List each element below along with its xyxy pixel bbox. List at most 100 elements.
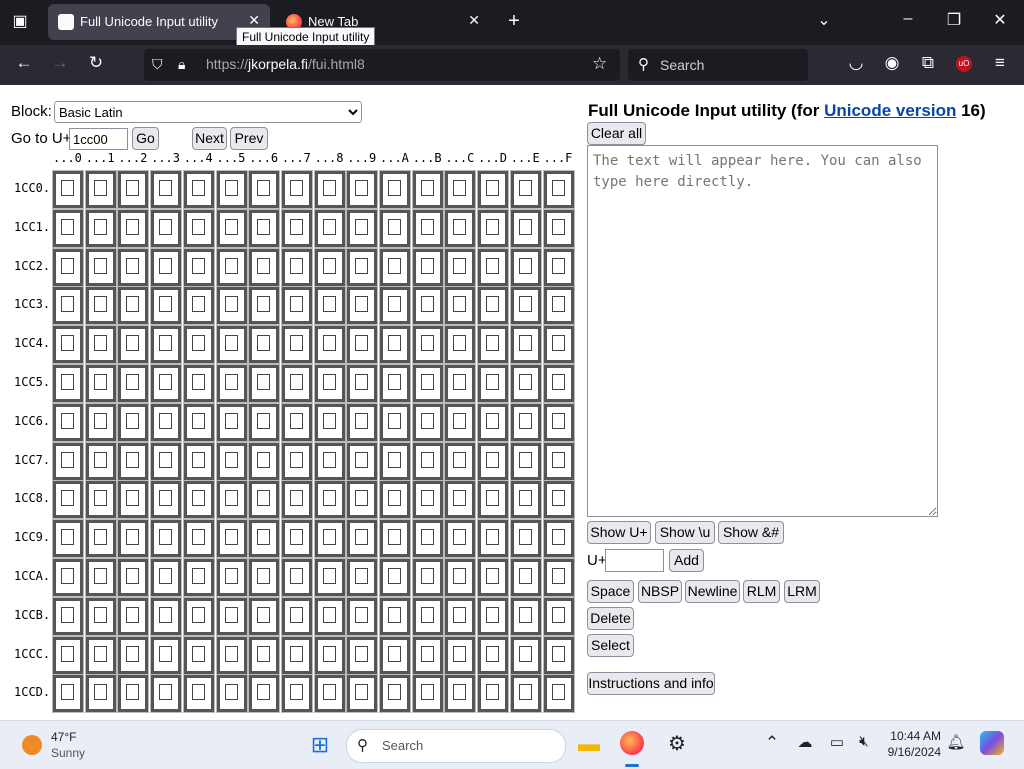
weather-temp[interactable]: 47°F xyxy=(51,730,76,744)
new-tab-plus-icon[interactable]: + xyxy=(502,10,526,33)
character-cell[interactable] xyxy=(53,636,83,674)
character-cell[interactable] xyxy=(249,171,280,208)
character-cell[interactable] xyxy=(445,481,476,519)
extensions-icon[interactable]: ⧉ xyxy=(916,53,940,73)
character-cell[interactable] xyxy=(249,520,280,558)
character-cell[interactable] xyxy=(249,481,280,519)
character-cell[interactable] xyxy=(314,248,345,286)
character-cell[interactable] xyxy=(543,442,574,480)
weather-desc[interactable]: Sunny xyxy=(51,746,85,760)
show-entity-button[interactable]: Show &# xyxy=(718,521,784,544)
character-cell[interactable] xyxy=(478,287,509,325)
show-hidden-icons-chevron[interactable]: ⌃ xyxy=(759,733,785,753)
character-cell[interactable] xyxy=(183,481,214,519)
character-cell[interactable] xyxy=(478,636,509,674)
character-cell[interactable] xyxy=(216,520,247,558)
character-cell[interactable] xyxy=(216,171,247,208)
character-cell[interactable] xyxy=(445,442,476,480)
character-cell[interactable] xyxy=(478,597,509,635)
space-button[interactable]: Space xyxy=(587,580,634,603)
character-cell[interactable] xyxy=(478,481,509,519)
character-cell[interactable] xyxy=(183,403,214,441)
codepoint-input[interactable] xyxy=(605,549,664,572)
character-cell[interactable] xyxy=(151,403,182,441)
newline-button[interactable]: Newline xyxy=(685,580,740,603)
character-cell[interactable] xyxy=(249,597,280,635)
shield-icon[interactable]: ⛉ xyxy=(152,56,163,73)
character-cell[interactable] xyxy=(412,171,443,208)
character-cell[interactable] xyxy=(151,171,182,208)
character-cell[interactable] xyxy=(249,209,280,247)
ublock-icon[interactable]: uO xyxy=(956,56,972,72)
character-cell[interactable] xyxy=(314,636,345,674)
copilot-icon[interactable] xyxy=(980,731,1004,755)
character-cell[interactable] xyxy=(216,326,247,364)
character-cell[interactable] xyxy=(281,597,312,635)
character-cell[interactable] xyxy=(53,209,83,247)
character-cell[interactable] xyxy=(151,287,182,325)
windows-start-icon[interactable]: ⊞ xyxy=(307,732,333,758)
character-cell[interactable] xyxy=(151,675,182,713)
character-cell[interactable] xyxy=(85,442,116,480)
character-cell[interactable] xyxy=(281,442,312,480)
character-cell[interactable] xyxy=(445,365,476,402)
character-cell[interactable] xyxy=(510,209,541,247)
notification-bell-icon[interactable]: 🔔︎ xyxy=(943,733,969,751)
character-cell[interactable] xyxy=(510,326,541,364)
character-cell[interactable] xyxy=(478,442,509,480)
character-cell[interactable] xyxy=(281,209,312,247)
character-cell[interactable] xyxy=(380,403,410,441)
character-cell[interactable] xyxy=(151,597,182,635)
output-textarea[interactable] xyxy=(587,145,938,517)
character-cell[interactable] xyxy=(118,481,149,519)
character-cell[interactable] xyxy=(85,559,116,596)
character-cell[interactable] xyxy=(314,171,345,208)
character-cell[interactable] xyxy=(151,559,182,596)
character-cell[interactable] xyxy=(412,442,443,480)
character-cell[interactable] xyxy=(314,559,345,596)
character-cell[interactable] xyxy=(151,520,182,558)
character-cell[interactable] xyxy=(543,365,574,402)
character-cell[interactable] xyxy=(118,675,149,713)
character-cell[interactable] xyxy=(151,365,182,402)
character-cell[interactable] xyxy=(445,403,476,441)
character-cell[interactable] xyxy=(183,248,214,286)
network-icon[interactable]: ☁ xyxy=(792,733,818,751)
character-cell[interactable] xyxy=(347,209,378,247)
character-cell[interactable] xyxy=(216,481,247,519)
character-cell[interactable] xyxy=(543,287,574,325)
character-cell[interactable] xyxy=(183,520,214,558)
go-button[interactable]: Go xyxy=(132,127,159,150)
character-cell[interactable] xyxy=(347,287,378,325)
character-cell[interactable] xyxy=(249,403,280,441)
character-cell[interactable] xyxy=(510,636,541,674)
character-cell[interactable] xyxy=(543,481,574,519)
character-cell[interactable] xyxy=(183,636,214,674)
character-cell[interactable] xyxy=(314,209,345,247)
character-cell[interactable] xyxy=(412,520,443,558)
character-cell[interactable] xyxy=(445,209,476,247)
character-cell[interactable] xyxy=(216,675,247,713)
character-cell[interactable] xyxy=(510,403,541,441)
lock-icon[interactable]: 🔒︎ xyxy=(178,56,185,73)
select-button[interactable]: Select xyxy=(587,634,634,657)
character-cell[interactable] xyxy=(478,675,509,713)
character-cell[interactable] xyxy=(543,171,574,208)
character-cell[interactable] xyxy=(118,365,149,402)
character-cell[interactable] xyxy=(183,171,214,208)
add-button[interactable]: Add xyxy=(669,549,704,572)
clock-date[interactable]: 9/16/2024 xyxy=(885,745,941,759)
character-cell[interactable] xyxy=(249,248,280,286)
character-cell[interactable] xyxy=(445,171,476,208)
character-cell[interactable] xyxy=(347,365,378,402)
character-cell[interactable] xyxy=(380,365,410,402)
character-cell[interactable] xyxy=(412,675,443,713)
character-cell[interactable] xyxy=(118,171,149,208)
menu-hamburger-icon[interactable]: ≡ xyxy=(988,53,1012,73)
character-cell[interactable] xyxy=(118,248,149,286)
character-cell[interactable] xyxy=(380,287,410,325)
character-cell[interactable] xyxy=(183,287,214,325)
next-button[interactable]: Next xyxy=(192,127,227,150)
delete-button[interactable]: Delete xyxy=(587,607,634,630)
weather-sun-icon[interactable] xyxy=(22,735,42,755)
